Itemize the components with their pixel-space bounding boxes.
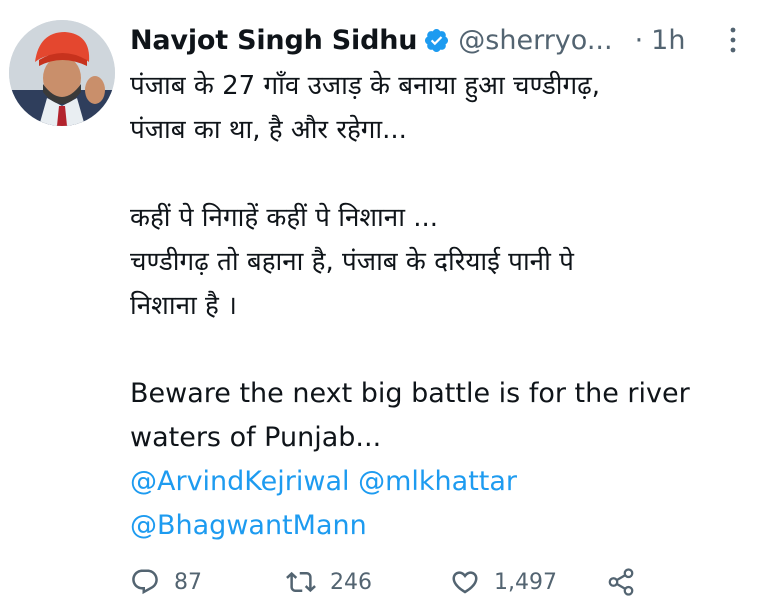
- tweet-line: कहीं पे निगाहें कहीं पे निशाना ...: [130, 203, 439, 233]
- author-handle[interactable]: @sherryo...: [458, 25, 612, 56]
- share-icon: [608, 568, 634, 596]
- tweet-line: Beware the next big battle is for the ri…: [130, 378, 690, 409]
- heart-icon: [452, 571, 478, 594]
- paragraph-break: [130, 328, 750, 372]
- verified-badge-icon: [425, 28, 449, 52]
- like-count: 1,497: [494, 569, 557, 595]
- mention-link[interactable]: @BhagwantMann: [130, 510, 367, 541]
- tweet-actions: 87 246 1,497: [130, 560, 750, 604]
- tweet-header: Navjot Singh Sidhu @sherryo... · 1h: [130, 18, 760, 62]
- mention-link[interactable]: @ArvindKejriwal: [130, 466, 350, 497]
- mention-link[interactable]: @mlkhattar: [358, 466, 517, 497]
- tweet-timestamp[interactable]: 1h: [651, 25, 685, 56]
- reply-button[interactable]: 87: [130, 560, 202, 604]
- tweet-card[interactable]: Navjot Singh Sidhu @sherryo... · 1h पंजा…: [0, 0, 768, 613]
- more-options-icon[interactable]: [728, 26, 738, 54]
- tweet-line: चण्डीगढ़ तो बहाना है, पंजाब के दरियाई पा…: [130, 247, 574, 277]
- retweet-button[interactable]: 246: [286, 560, 372, 604]
- reply-icon: [132, 569, 158, 595]
- retweet-icon: [286, 571, 316, 593]
- author-name[interactable]: Navjot Singh Sidhu: [130, 25, 417, 56]
- avatar[interactable]: [9, 20, 115, 126]
- share-button[interactable]: [606, 560, 636, 604]
- tweet-line: पंजाब का था, है और रहेगा...: [130, 115, 407, 145]
- tweet-line: पंजाब के 27 गाँव उजाड़ के बनाया हुआ चण्ड…: [130, 71, 601, 101]
- tweet-line: निशाना है ।: [130, 291, 237, 321]
- mentions-line: @ArvindKejriwal @mlkhattar: [130, 460, 750, 504]
- mentions-line: @BhagwantMann: [130, 504, 750, 548]
- separator-dot: ·: [634, 24, 644, 56]
- retweet-count: 246: [330, 569, 372, 595]
- avatar-image: [9, 20, 115, 126]
- tweet-line: waters of Punjab...: [130, 422, 382, 453]
- tweet-text: पंजाब के 27 गाँव उजाड़ के बनाया हुआ चण्ड…: [130, 64, 750, 548]
- paragraph-break: [130, 152, 750, 196]
- like-button[interactable]: 1,497: [450, 560, 557, 604]
- reply-count: 87: [174, 569, 202, 595]
